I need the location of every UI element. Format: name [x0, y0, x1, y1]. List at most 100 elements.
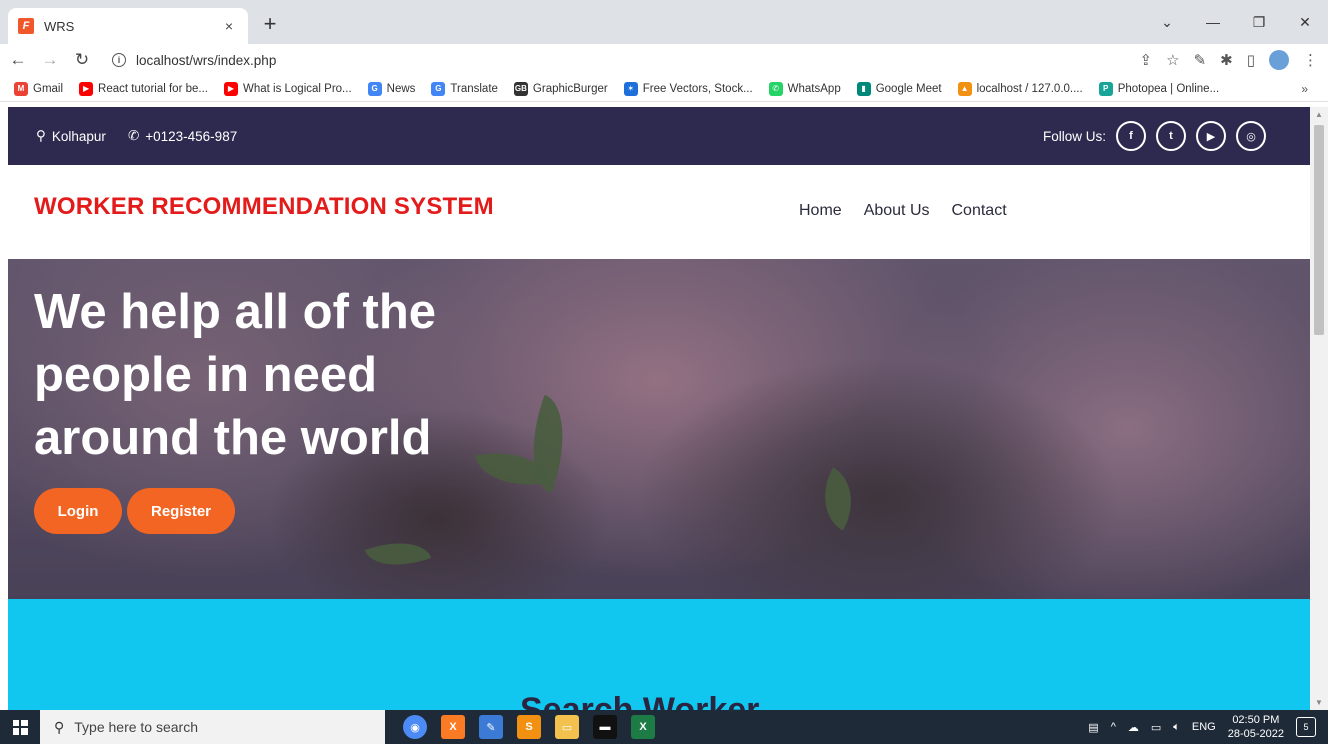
menu-icon[interactable]: ⋮ — [1303, 51, 1318, 69]
file-explorer-icon[interactable]: ▭ — [555, 715, 579, 739]
reload-icon[interactable]: ↻ — [68, 50, 96, 70]
notepad-icon[interactable]: ✎ — [479, 715, 503, 739]
notification-icon[interactable]: 5 — [1296, 717, 1316, 737]
bookmark-label: What is Logical Pro... — [242, 82, 352, 95]
bookmark-star-icon[interactable]: ☆ — [1166, 51, 1179, 69]
bookmark-favicon-icon: M — [14, 81, 28, 96]
bookmark-item[interactable]: G Translate — [431, 81, 498, 96]
twitter-icon[interactable]: t — [1156, 121, 1186, 151]
hero-title-line: We help all of the — [34, 285, 437, 339]
bookmark-item[interactable]: ▶ What is Logical Pro... — [223, 81, 352, 96]
bookmark-favicon-icon: G — [431, 81, 446, 96]
excel-icon[interactable]: X — [631, 715, 655, 739]
site-brand[interactable]: WORKER RECOMMENDATION SYSTEM — [34, 193, 494, 221]
bookmark-item[interactable]: P Photopea | Online... — [1098, 81, 1220, 96]
scrollbar-thumb[interactable] — [1314, 125, 1324, 335]
nav-contact[interactable]: Contact — [952, 202, 1007, 220]
windows-logo-icon — [12, 719, 28, 735]
bookmark-item[interactable]: ▮ Google Meet — [856, 81, 942, 96]
location-text: Kolhapur — [51, 128, 106, 144]
register-button[interactable]: Register — [127, 488, 235, 534]
bookmark-favicon-icon: ✆ — [768, 81, 783, 96]
bookmark-item[interactable]: ▶ React tutorial for be... — [79, 81, 208, 96]
search-section-title: Search Worker — [520, 691, 760, 710]
login-button[interactable]: Login — [34, 488, 122, 534]
close-window-icon[interactable]: ✕ — [1282, 14, 1328, 31]
battery-icon[interactable]: ▭ — [1151, 721, 1161, 734]
site-header: WORKER RECOMMENDATION SYSTEM Home About … — [8, 165, 1310, 259]
start-button[interactable] — [0, 710, 40, 744]
show-hidden-icons[interactable]: ^ — [1111, 721, 1116, 733]
bookmark-favicon-icon: G — [367, 81, 382, 96]
bookmark-label: Gmail — [33, 82, 64, 95]
tab-close-icon[interactable]: × — [220, 18, 238, 34]
bookmark-label: Free Vectors, Stock... — [642, 82, 753, 95]
terminal-icon[interactable]: ▬ — [593, 715, 617, 739]
profile-avatar[interactable] — [1269, 50, 1289, 70]
side-panel-icon[interactable]: ▯ — [1247, 51, 1255, 69]
address-bar[interactable]: i localhost/wrs/index.php — [112, 46, 1162, 74]
tab-search-icon[interactable]: ⌄ — [1144, 14, 1190, 31]
bookmark-item[interactable]: ▲ localhost / 127.0.0.... — [957, 81, 1083, 96]
bookmark-favicon-icon: GB — [513, 81, 528, 96]
phone-info: ✆ +0123-456-987 — [128, 128, 237, 144]
share-icon[interactable]: ⇪ — [1140, 51, 1153, 69]
clock-time: 02:50 PM — [1232, 714, 1280, 726]
follow-label: Follow Us: — [1042, 128, 1106, 144]
new-tab-button[interactable]: + — [258, 12, 282, 36]
language-indicator[interactable]: ENG — [1192, 721, 1216, 733]
youtube-icon[interactable]: ▶ — [1196, 121, 1226, 151]
taskbar-apps: ◉ X ✎ S ▭ ▬ X — [403, 715, 655, 739]
clock[interactable]: 02:50 PM 28-05-2022 — [1228, 713, 1284, 741]
bookmark-favicon-icon: P — [1098, 81, 1113, 96]
bookmark-item[interactable]: ✆ WhatsApp — [768, 81, 841, 96]
volume-icon[interactable]: 🔈︎ — [1173, 721, 1180, 734]
window-controls: ⌄ — ❐ ✕ — [1144, 0, 1328, 44]
bookmark-favicon-icon: ▮ — [856, 81, 871, 96]
page-scrollbar[interactable]: ▲ ▼ — [1310, 107, 1328, 710]
browser-tab[interactable]: F WRS × — [8, 8, 248, 44]
bookmark-favicon-icon: ▶ — [79, 81, 94, 96]
news-widget-icon[interactable]: ▤ — [1088, 721, 1098, 734]
bookmark-label: localhost / 127.0.0.... — [976, 82, 1083, 95]
sublime-icon[interactable]: S — [517, 715, 541, 739]
hero-title-line: around the world — [34, 411, 432, 465]
site-info-icon[interactable]: i — [112, 53, 126, 67]
hero-title: We help all of the people in need around… — [34, 281, 594, 470]
xampp-icon[interactable]: X — [441, 715, 465, 739]
forward-icon[interactable]: → — [36, 50, 64, 70]
onedrive-icon[interactable]: ☁ — [1128, 721, 1139, 734]
back-icon[interactable]: ← — [4, 50, 32, 70]
nav-home[interactable]: Home — [799, 202, 842, 220]
extension-icon[interactable]: ✎ — [1194, 51, 1207, 69]
restore-icon[interactable]: ❐ — [1236, 14, 1282, 31]
scroll-up-icon[interactable]: ▲ — [1315, 110, 1323, 119]
taskbar-search[interactable]: ⚲ Type here to search — [40, 710, 385, 744]
scroll-down-icon[interactable]: ▼ — [1315, 698, 1323, 707]
bookmark-favicon-icon: ✶ — [623, 81, 638, 96]
bookmark-label: GraphicBurger — [532, 82, 608, 95]
favicon-icon: F — [18, 18, 34, 34]
bookmark-label: WhatsApp — [787, 82, 841, 95]
top-info-bar: ⚲ Kolhapur ✆ +0123-456-987 Follow Us: f … — [8, 107, 1310, 165]
bookmark-label: Photopea | Online... — [1117, 82, 1220, 95]
hero-title-line: people in need — [34, 348, 378, 402]
extensions-puzzle-icon[interactable]: ✱ — [1220, 51, 1233, 69]
location-info: ⚲ Kolhapur — [36, 128, 106, 144]
instagram-icon[interactable]: ◎ — [1236, 121, 1266, 151]
bookmark-item[interactable]: G News — [367, 81, 415, 96]
bookmark-item[interactable]: M Gmail — [14, 81, 64, 96]
bookmark-favicon-icon: ▲ — [957, 81, 972, 96]
bookmark-item[interactable]: GB GraphicBurger — [513, 81, 608, 96]
bookmark-item[interactable]: ✶ Free Vectors, Stock... — [623, 81, 753, 96]
minimize-icon[interactable]: — — [1190, 14, 1236, 30]
hero-buttons: Login Register — [34, 488, 235, 534]
facebook-icon[interactable]: f — [1116, 121, 1146, 151]
main-nav: Home About Us Contact — [799, 202, 1007, 220]
bookmark-label: Google Meet — [875, 82, 942, 95]
chrome-icon[interactable]: ◉ — [403, 715, 427, 739]
browser-toolbar: ← → ↻ i localhost/wrs/index.php ⇪ ☆ ✎ ✱ … — [0, 44, 1328, 76]
bookmark-label: React tutorial for be... — [98, 82, 208, 95]
bookmarks-more-icon[interactable]: » — [1301, 82, 1308, 96]
nav-about-us[interactable]: About Us — [864, 202, 930, 220]
